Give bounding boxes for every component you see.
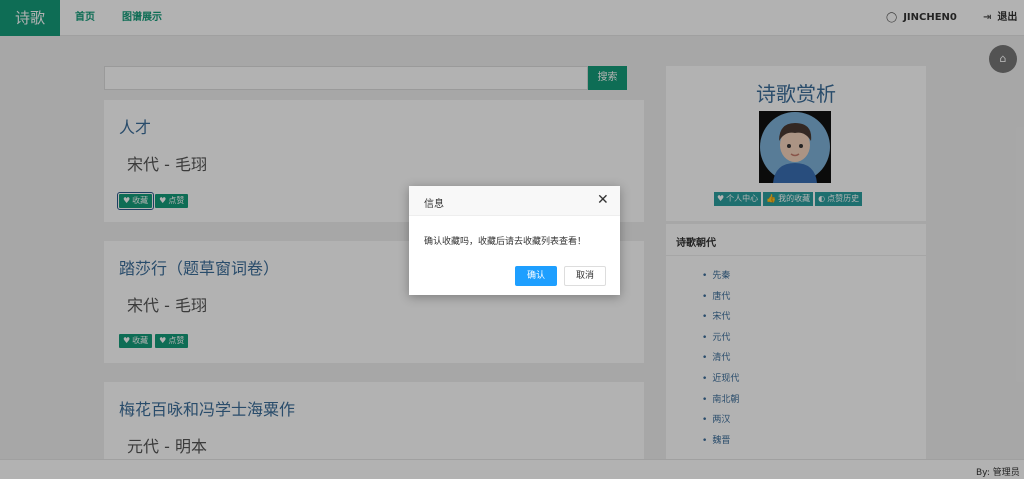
- close-icon[interactable]: ✕: [597, 193, 609, 207]
- dialog-header: 信息 ✕: [409, 186, 620, 216]
- cancel-button[interactable]: 取消: [564, 266, 606, 286]
- dialog-title: 信息: [424, 199, 444, 210]
- dialog-message: 确认收藏吗，收藏后请去收藏列表查看！: [424, 237, 587, 247]
- confirm-button[interactable]: 确认: [515, 266, 557, 286]
- confirm-dialog: 信息 ✕ 确认收藏吗，收藏后请去收藏列表查看！ 确认 取消: [409, 186, 620, 295]
